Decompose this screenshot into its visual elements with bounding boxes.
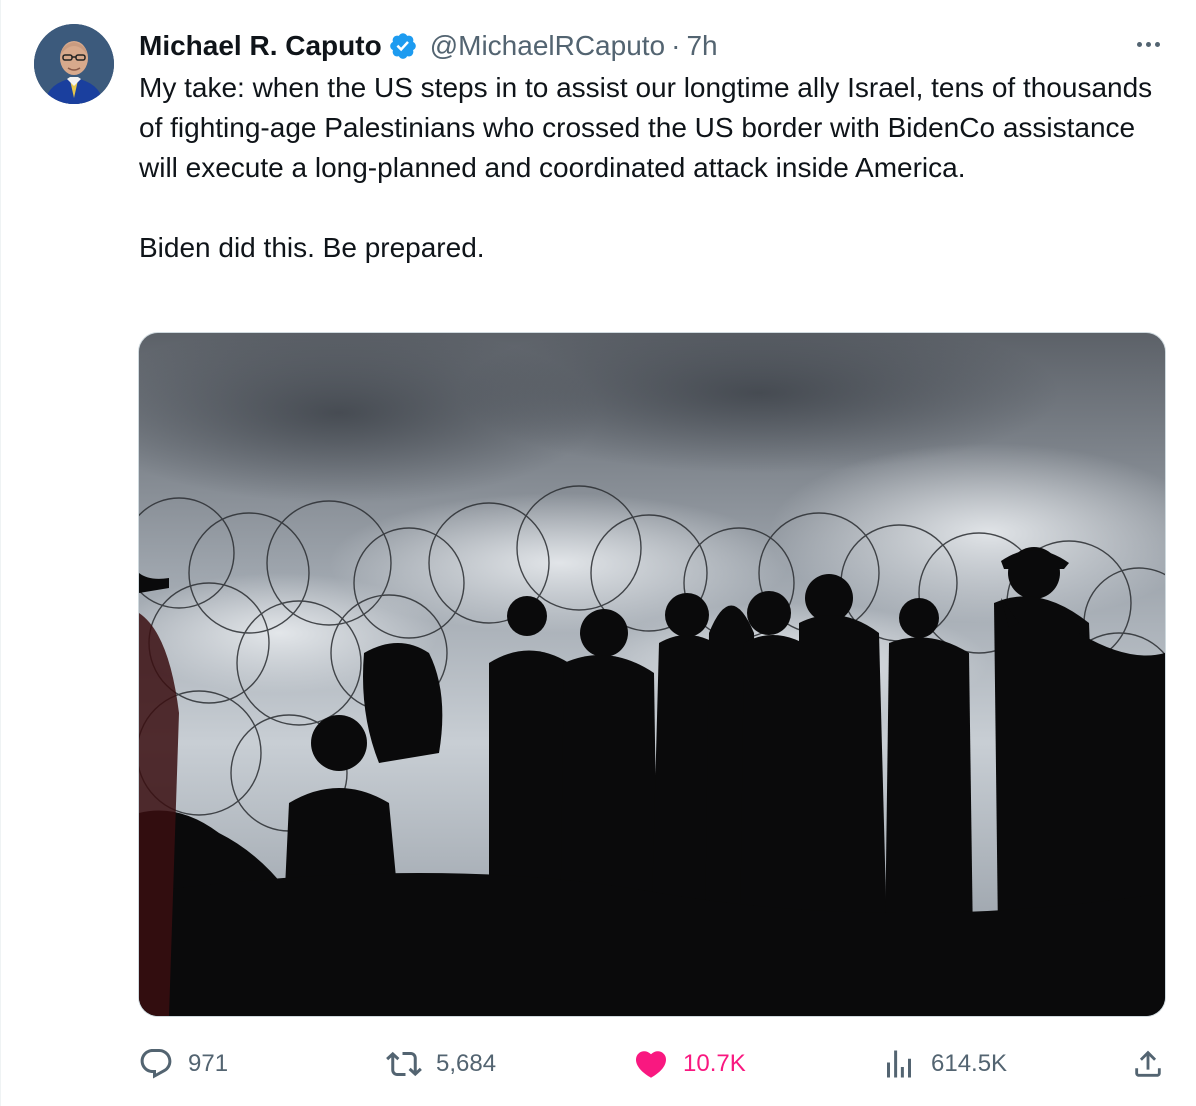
- retweet-icon: [386, 1051, 422, 1077]
- separator-dot: ·: [671, 30, 681, 61]
- share-button[interactable]: [1131, 1036, 1165, 1092]
- reply-button[interactable]: 971: [138, 1036, 228, 1092]
- tweet-card[interactable]: Michael R. Caputo @MichaelRCaputo · 7h M…: [0, 0, 1196, 1106]
- avatar[interactable]: [34, 24, 114, 104]
- tweet-media[interactable]: [138, 332, 1166, 1017]
- author-handle[interactable]: @MichaelRCaputo: [430, 30, 665, 62]
- views-icon: [887, 1050, 911, 1078]
- reply-icon: [140, 1049, 172, 1079]
- tweet-header: Michael R. Caputo @MichaelRCaputo · 7h: [139, 26, 718, 66]
- like-count: 10.7K: [683, 1050, 746, 1077]
- more-dot: [1154, 41, 1160, 47]
- author-name[interactable]: Michael R. Caputo: [139, 30, 382, 62]
- heart-icon: [635, 1051, 667, 1078]
- reply-count: 971: [188, 1050, 229, 1077]
- avatar-image: [34, 24, 114, 104]
- retweet-button[interactable]: 5,684: [386, 1036, 496, 1092]
- timestamp[interactable]: 7h: [686, 30, 717, 62]
- retweet-count: 5,684: [436, 1050, 497, 1077]
- like-button[interactable]: 10.7K: [633, 1036, 746, 1092]
- views-count: 614.5K: [931, 1050, 1008, 1077]
- views-button[interactable]: 614.5K: [881, 1036, 1007, 1092]
- more-dot: [1136, 41, 1142, 47]
- share-icon: [1135, 1050, 1161, 1077]
- tweet-text: My take: when the US steps in to assist …: [139, 72, 1153, 263]
- photo-silhouettes-razor-wire: [139, 333, 1165, 1016]
- verified-badge-icon[interactable]: [388, 31, 418, 61]
- action-bar: 971 5,684 10.7K 614.5K: [1, 1036, 1196, 1092]
- more-dot: [1145, 41, 1151, 47]
- more-options-icon[interactable]: [1130, 30, 1166, 58]
